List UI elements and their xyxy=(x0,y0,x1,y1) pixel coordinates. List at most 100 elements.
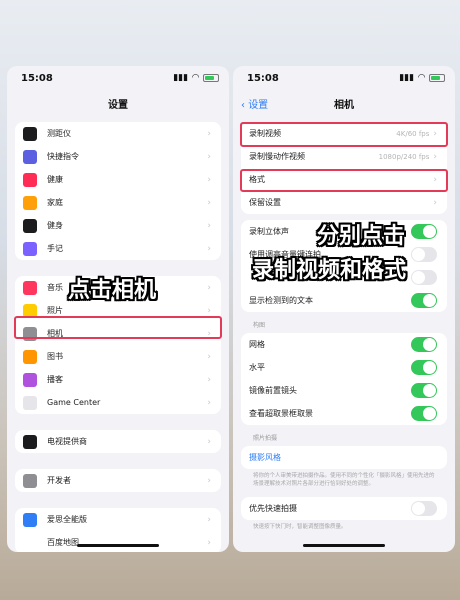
chevron-right-icon: › xyxy=(433,128,437,139)
camera-toggle-item[interactable]: 网格 xyxy=(241,333,447,356)
toggle-switch[interactable] xyxy=(411,293,437,308)
video-settings-group: 录制视频 4K/60 fps › 录制慢动作视频 1080p/240 fps › 格式 › 保留… xyxy=(241,122,447,214)
settings-item[interactable]: 播客 › xyxy=(15,368,221,391)
journal-icon xyxy=(23,241,37,256)
camera-setting-item[interactable]: 格式 › xyxy=(241,168,447,191)
row-label: 显示检测到的文本 xyxy=(249,296,313,305)
camera-icon xyxy=(23,326,37,341)
chevron-right-icon: › xyxy=(433,197,437,208)
camera-toggle-item[interactable]: 优先快速拍摄 xyxy=(241,497,447,520)
photo-style-group: 摄影风格 xyxy=(241,446,447,469)
game-center-icon xyxy=(23,395,37,410)
row-label: Game Center xyxy=(47,398,101,407)
settings-item[interactable]: 健康 › xyxy=(15,168,221,191)
status-time: 15:08 xyxy=(247,72,279,84)
row-value: 4K/60 fps xyxy=(396,129,430,138)
settings-group-3: 电视提供商 › xyxy=(15,430,221,453)
row-label: 电视提供商 xyxy=(47,437,87,446)
settings-item[interactable]: 电视提供商 › xyxy=(15,430,221,453)
chevron-right-icon: › xyxy=(207,351,211,362)
photo-style-link[interactable]: 摄影风格 xyxy=(241,446,447,469)
settings-item[interactable]: 爱思全能版 › xyxy=(15,508,221,531)
settings-item[interactable]: 健身 › xyxy=(15,214,221,237)
chevron-right-icon: › xyxy=(207,197,211,208)
toggle-switch[interactable] xyxy=(411,270,437,285)
toggle-switch[interactable] xyxy=(411,360,437,375)
settings-item[interactable]: 图书 › xyxy=(15,345,221,368)
settings-item[interactable]: 百度地图 › xyxy=(15,531,221,552)
chevron-right-icon: › xyxy=(207,174,211,185)
camera-toggle-item[interactable]: 镜像前置镜头 xyxy=(241,379,447,402)
app-icon xyxy=(23,512,37,527)
camera-setting-item[interactable]: 录制慢动作视频 1080p/240 fps › xyxy=(241,145,447,168)
quick-capture-group: 优先快速拍摄 xyxy=(241,497,447,520)
settings-item[interactable]: 测距仪 › xyxy=(15,122,221,145)
row-label: 优先快速拍摄 xyxy=(249,504,297,513)
settings-group-1: 测距仪 › 快捷指令 › 健康 › 家庭 › 健身 › 手记 › xyxy=(15,122,221,260)
composition-section-header: 构图 xyxy=(253,322,266,329)
row-label: 图书 xyxy=(47,352,63,361)
chevron-right-icon: › xyxy=(207,436,211,447)
toggle-switch[interactable] xyxy=(411,247,437,262)
ruler-icon xyxy=(23,126,37,141)
shortcuts-icon xyxy=(23,149,37,164)
camera-toggle-item[interactable]: 水平 xyxy=(241,356,447,379)
chevron-right-icon: › xyxy=(207,151,211,162)
chevron-right-icon: › xyxy=(207,243,211,254)
row-label: 健身 xyxy=(47,221,63,230)
home-indicator xyxy=(77,544,159,547)
row-label: 健康 xyxy=(47,175,63,184)
row-label: 格式 xyxy=(249,175,265,184)
fitness-icon xyxy=(23,218,37,233)
page-title: 相机 xyxy=(334,99,354,111)
toggle-switch[interactable] xyxy=(411,501,437,516)
chevron-right-icon: › xyxy=(207,328,211,339)
chevron-right-icon: › xyxy=(207,374,211,385)
settings-screen: 15:08 ▮▮▮ ◠ 设置 测距仪 › 快捷指令 › 健康 › 家庭 › 健身 › 手记 › 音乐 ›… xyxy=(7,66,229,552)
row-label: 镜像前置镜头 xyxy=(249,386,297,395)
signal-icon: ▮▮▮ xyxy=(173,73,189,83)
status-bar: 15:08 ▮▮▮ ◠ xyxy=(7,66,229,90)
row-label: 水平 xyxy=(249,363,265,372)
back-button[interactable]: ‹ 设置 xyxy=(241,96,268,111)
quick-capture-note: 快速按下快门时，智能调整图像质量。 xyxy=(253,524,347,530)
row-label: 网格 xyxy=(249,340,265,349)
developer-icon xyxy=(23,473,37,488)
settings-item[interactable]: 开发者 › xyxy=(15,469,221,492)
camera-setting-item[interactable]: 录制视频 4K/60 fps › xyxy=(241,122,447,145)
nav-bar: 设置 xyxy=(7,90,229,116)
home-indicator xyxy=(303,544,385,547)
toggle-switch[interactable] xyxy=(411,383,437,398)
podcast-icon xyxy=(23,372,37,387)
settings-item[interactable]: 手记 › xyxy=(15,237,221,260)
map-icon xyxy=(23,535,37,550)
row-label: 照片 xyxy=(47,306,63,315)
row-label: 录制立体声 xyxy=(249,227,289,236)
toggle-switch[interactable] xyxy=(411,337,437,352)
toggle-switch[interactable] xyxy=(411,224,437,239)
row-label: 音乐 xyxy=(47,283,63,292)
row-label: 测距仪 xyxy=(47,129,71,138)
settings-item[interactable]: Game Center › xyxy=(15,391,221,414)
chevron-right-icon: › xyxy=(207,305,211,316)
settings-item[interactable]: 快捷指令 › xyxy=(15,145,221,168)
row-label: 查看超取景框取景 xyxy=(249,409,313,418)
camera-settings-screen: 15:08 ▮▮▮ ◠ ‹ 设置 相机 录制视频 4K/60 fps › 录制慢动作视… xyxy=(233,66,455,552)
camera-toggle-item[interactable]: 查看超取景框取景 xyxy=(241,402,447,425)
settings-item[interactable]: 相机 › xyxy=(15,322,221,345)
chevron-right-icon: › xyxy=(207,220,211,231)
wifi-icon: ◠ xyxy=(192,73,199,83)
settings-item[interactable]: 家庭 › xyxy=(15,191,221,214)
nav-bar: ‹ 设置 相机 xyxy=(233,90,455,116)
camera-toggle-item[interactable]: 显示检测到的文本 xyxy=(241,289,447,312)
camera-setting-item[interactable]: 保留设置 › xyxy=(241,191,447,214)
chevron-right-icon: › xyxy=(207,514,211,525)
row-label: 相机 xyxy=(47,329,63,338)
toggle-switch[interactable] xyxy=(411,406,437,421)
row-label: 开发者 xyxy=(47,476,71,485)
battery-icon xyxy=(203,74,219,82)
row-label: 录制慢动作视频 xyxy=(249,152,305,161)
status-time: 15:08 xyxy=(21,72,53,84)
books-icon xyxy=(23,349,37,364)
page-title: 设置 xyxy=(108,99,128,111)
